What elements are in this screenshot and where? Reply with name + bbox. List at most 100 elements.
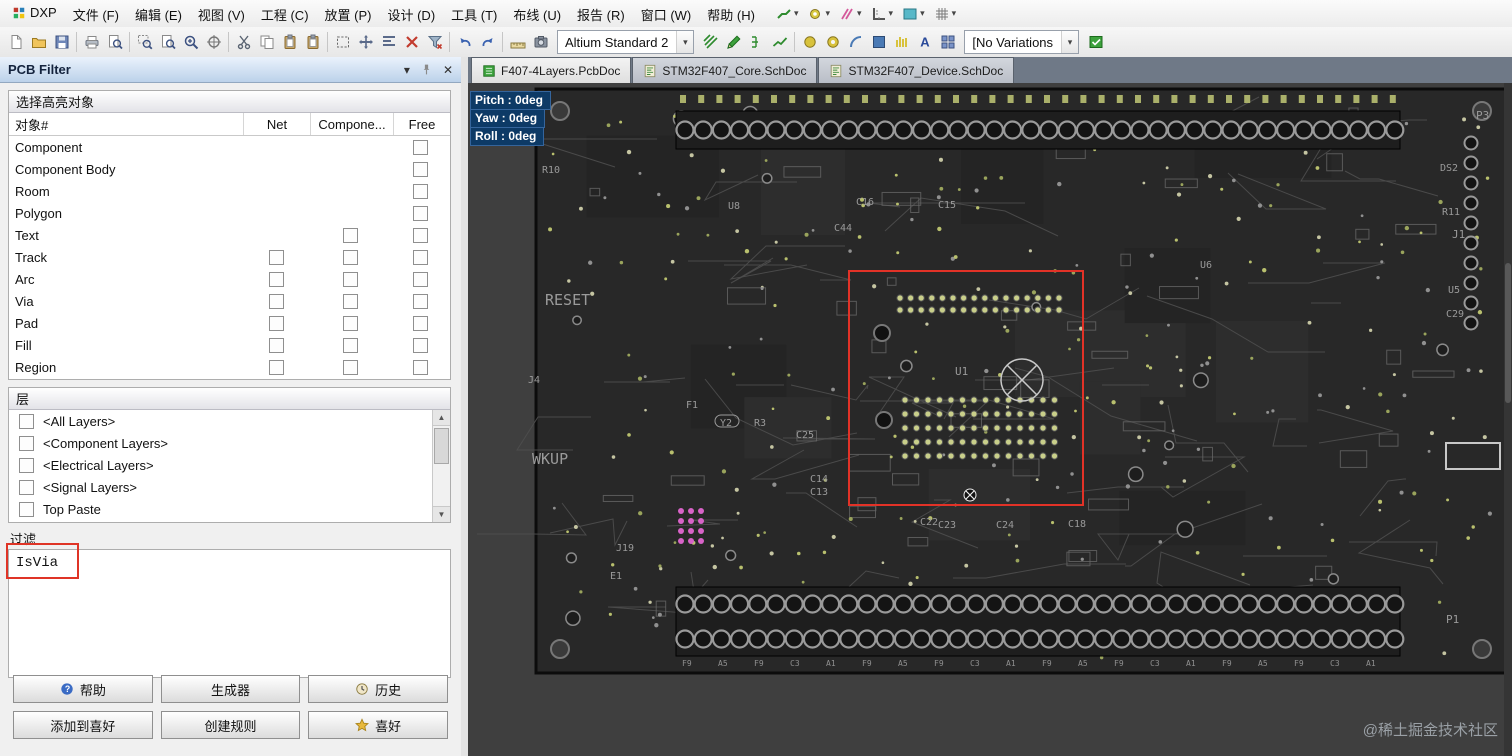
scroll-up-icon[interactable]: ▲ [433,410,450,426]
electrical-layers-checkbox[interactable] [19,457,34,473]
profile-combo[interactable]: Altium Standard 2 ▾ [557,30,695,54]
menu-item-dxp[interactable]: DXP [4,0,65,26]
grid-dropdown[interactable]: ▾ [931,4,960,24]
print-button[interactable] [80,31,103,54]
variations-combo[interactable]: [No Variations ▾ [964,30,1080,54]
filter-row-component[interactable]: Component [9,136,450,158]
coordinate-dropdown[interactable]: ▾ [868,4,897,24]
wire-button[interactable] [768,31,791,54]
diff-pair-dropdown[interactable]: ▾ [836,4,865,24]
via-style-dropdown[interactable]: ▾ [804,4,833,24]
cancel-button[interactable] [400,31,423,54]
help-button[interactable]: ? 帮助 [13,675,153,703]
component-body-free-checkbox[interactable] [413,161,428,177]
canvas-scroll-thumb[interactable] [1505,263,1511,403]
fill-button[interactable] [867,31,890,54]
pcb-editor-canvas[interactable]: RESET WKUP U1 R10 U8 C44 C16 C15 U6 J4 F1 Y2 R3 C25 C1… [468,83,1512,756]
filter-expression-input[interactable]: IsVia [8,549,451,678]
print-preview-button[interactable] [103,31,126,54]
scroll-thumb[interactable] [434,428,449,464]
canvas-vertical-scrollbar[interactable] [1504,83,1512,756]
filter-row-pad[interactable]: Pad [9,312,450,334]
coverage-button[interactable] [890,31,913,54]
arc-component-checkbox[interactable] [342,271,358,287]
track-component-checkbox[interactable] [342,249,358,265]
panel-pin-icon[interactable] [420,63,433,76]
add-to-favorites-button[interactable]: 添加到喜好 [13,711,153,739]
region-net-checkbox[interactable] [268,359,284,375]
room-free-checkbox[interactable] [413,183,428,199]
menu-item-edit[interactable]: 编辑 (E) [127,1,190,28]
filter-row-room[interactable]: Room [9,180,450,202]
new-document-button[interactable] [4,31,27,54]
filter-row-fill[interactable]: Fill [9,334,450,356]
hatch-button[interactable] [699,31,722,54]
filter-row-text[interactable]: Text [9,224,450,246]
filter-row-via[interactable]: Via [9,290,450,312]
favorites-button[interactable]: 喜好 [308,711,448,739]
undo-button[interactable] [453,31,476,54]
text-component-checkbox[interactable] [342,227,358,243]
tab-core-schdoc[interactable]: STM32F407_Core.SchDoc [632,57,818,83]
array-button[interactable] [936,31,959,54]
pad-component-checkbox[interactable] [342,315,358,331]
pencil-button[interactable] [722,31,745,54]
fill-component-checkbox[interactable] [342,337,358,353]
plane-dropdown[interactable]: ▾ [899,4,928,24]
track-net-checkbox[interactable] [268,249,284,265]
fill-net-checkbox[interactable] [268,337,284,353]
redo-button[interactable] [476,31,499,54]
align-button[interactable] [377,31,400,54]
filter-row-polygon[interactable]: Polygon [9,202,450,224]
menu-item-reports[interactable]: 报告 (R) [569,1,633,28]
menu-item-design[interactable]: 设计 (D) [379,1,443,28]
layer-item-all-layers[interactable]: <All Layers> [9,410,450,432]
layer-item-electrical-layers[interactable]: <Electrical Layers> [9,454,450,476]
tab-device-schdoc[interactable]: STM32F407_Device.SchDoc [818,57,1015,83]
filter-row-region[interactable]: Region [9,356,450,378]
polygon-free-checkbox[interactable] [413,205,428,221]
save-button[interactable] [50,31,73,54]
menu-item-help[interactable]: 帮助 (H) [699,1,763,28]
panel-close-icon[interactable]: ✕ [443,63,453,77]
pcb-board-view[interactable]: RESET WKUP U1 R10 U8 C44 C16 C15 U6 J4 F1 Y2 R3 C25 C1… [468,83,1512,756]
generator-button[interactable]: 生成器 [160,675,301,703]
region-component-checkbox[interactable] [342,359,358,375]
all-layers-checkbox[interactable] [19,413,34,429]
clear-filter-button[interactable] [423,31,446,54]
measure-button[interactable] [506,31,529,54]
open-folder-button[interactable] [27,31,50,54]
filter-row-arc[interactable]: Arc [9,268,450,290]
pad-free-checkbox[interactable] [413,315,428,331]
copy-button[interactable] [255,31,278,54]
route-dropdown[interactable]: ▾ [773,4,802,24]
string-button[interactable]: A [913,31,936,54]
variant-button[interactable] [1084,31,1107,54]
paste-special-button[interactable] [301,31,324,54]
layer-item-signal-layers[interactable]: <Signal Layers> [9,476,450,498]
layers-scrollbar[interactable]: ▲ ▼ [432,410,450,522]
via-free-checkbox[interactable] [413,293,428,309]
zoom-window-button[interactable] [133,31,156,54]
menu-item-window[interactable]: 窗口 (W) [633,1,700,28]
panel-menu-caret-icon[interactable]: ▾ [404,63,410,77]
via-button[interactable] [821,31,844,54]
top-paste-checkbox[interactable] [19,501,34,517]
layer-item-component-layers[interactable]: <Component Layers> [9,432,450,454]
column-header-3[interactable]: Free [394,113,450,135]
arc-net-checkbox[interactable] [268,271,284,287]
cut-button[interactable] [232,31,255,54]
select-area-button[interactable] [331,31,354,54]
menu-item-project[interactable]: 工程 (C) [253,1,317,28]
zoom-document-button[interactable] [156,31,179,54]
paste-button[interactable] [278,31,301,54]
filter-row-track[interactable]: Track [9,246,450,268]
signal-layers-checkbox[interactable] [19,479,34,495]
filter-row-component-body[interactable]: Component Body [9,158,450,180]
history-button[interactable]: 历史 [308,675,448,703]
component-layers-checkbox[interactable] [19,435,34,451]
variations-combo-caret[interactable]: ▾ [1061,31,1079,53]
via-component-checkbox[interactable] [342,293,358,309]
profile-combo-caret[interactable]: ▾ [676,31,694,53]
snapshot-button[interactable] [529,31,552,54]
